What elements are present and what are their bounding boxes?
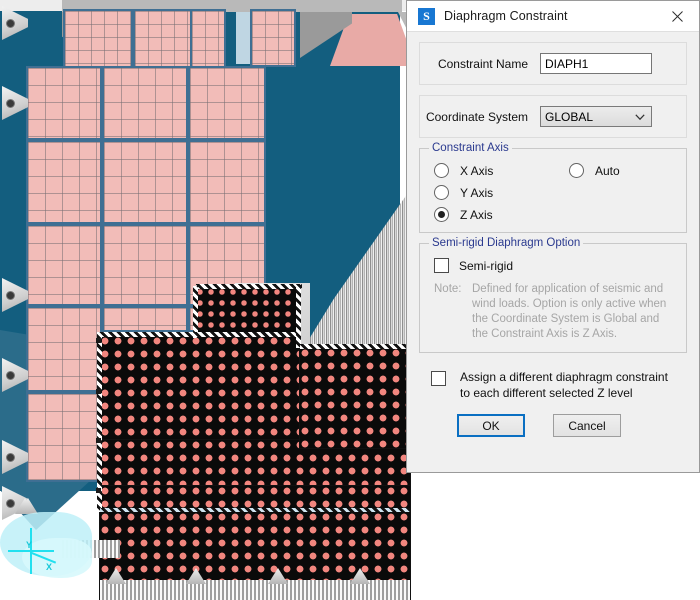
radio-icon-selected [434, 207, 449, 222]
radio-x-axis[interactable]: X Axis [434, 163, 569, 178]
axis-label-x: X [46, 562, 52, 572]
support-node [6, 99, 15, 108]
checkbox-icon [434, 258, 449, 273]
dialog-body: Constraint Name DIAPH1 Coordinate System… [407, 32, 699, 453]
facade-mesh-slab [26, 392, 102, 482]
semi-rigid-content: Semi-rigid Note: Defined for application… [420, 244, 686, 352]
chevron-down-icon [635, 107, 645, 128]
facade-mesh-slab [102, 224, 188, 306]
facade-mesh-slab [102, 66, 188, 140]
selection-edge [196, 284, 302, 289]
radio-icon [569, 163, 584, 178]
dialog-title: Diaphragm Constraint [444, 9, 568, 23]
radio-grid-spacer [569, 207, 672, 222]
roof-mesh-slab [250, 9, 296, 67]
selected-diaphragm-region[interactable] [100, 336, 300, 456]
radio-icon [434, 163, 449, 178]
close-icon[interactable] [655, 1, 699, 31]
model-node [96, 389, 101, 394]
selection-edge [296, 284, 301, 348]
roof-mesh-slab [63, 9, 133, 69]
selection-edge [100, 332, 300, 337]
facade-mesh-slab [26, 140, 102, 224]
support-node [6, 499, 15, 508]
cancel-button[interactable]: Cancel [553, 414, 621, 437]
checkbox-semi-rigid-label: Semi-rigid [459, 259, 513, 273]
app-logo-icon: S [418, 8, 435, 25]
constraint-name-input[interactable]: DIAPH1 [540, 53, 652, 74]
diaphragm-constraint-dialog: S Diaphragm Constraint Constraint Name D… [406, 0, 700, 473]
constraint-name-label: Constraint Name [420, 57, 540, 71]
assign-different-row[interactable]: Assign a different diaphragm constraint … [419, 363, 687, 401]
note-key: Note: [434, 282, 472, 342]
coordinate-system-label: Coordinate System [420, 110, 540, 124]
facade-mesh-slab [26, 224, 102, 306]
screen: Y X S Diaphragm Constraint Constraint Na… [0, 0, 700, 600]
support-node [6, 453, 15, 462]
checkbox-icon [431, 371, 446, 386]
coordinate-system-panel: Coordinate System GLOBAL [419, 95, 687, 138]
radio-auto[interactable]: Auto [569, 163, 672, 178]
selection-edge [100, 508, 410, 512]
ok-button[interactable]: OK [457, 414, 525, 437]
selection-edge [193, 286, 198, 338]
coordinate-system-row: Coordinate System GLOBAL [420, 96, 686, 137]
radio-z-axis[interactable]: Z Axis [434, 207, 569, 222]
facade-mesh-slab [188, 66, 266, 140]
selection-edge [97, 332, 102, 512]
coordinate-system-select[interactable]: GLOBAL [540, 106, 652, 127]
support-node [6, 19, 15, 28]
constraint-name-panel: Constraint Name DIAPH1 [419, 42, 687, 85]
facade-mesh-slab [102, 306, 188, 332]
dialog-titlebar[interactable]: S Diaphragm Constraint [407, 1, 699, 32]
model-node [96, 438, 101, 443]
constraint-axis-group: Constraint Axis X Axis Auto [419, 148, 687, 233]
checkbox-semi-rigid[interactable]: Semi-rigid [434, 258, 672, 273]
dialog-bottom-pad [419, 437, 687, 453]
axis-triad: Y X [8, 528, 78, 588]
coordinate-system-value: GLOBAL [545, 110, 593, 124]
radio-z-axis-label: Z Axis [460, 208, 493, 222]
assign-different-label: Assign a different diaphragm constraint … [460, 369, 670, 401]
support-node [6, 371, 15, 380]
constraint-axis-options: X Axis Auto Y Axis [420, 149, 686, 232]
axis-line-diagonal [31, 552, 56, 564]
model-node [96, 488, 101, 493]
dialog-button-row: OK Cancel [419, 401, 687, 437]
selected-diaphragm-region[interactable] [300, 348, 410, 448]
facade-mesh-slab [188, 140, 266, 224]
radio-icon [434, 185, 449, 200]
support-node [6, 291, 15, 300]
constraint-axis-legend: Constraint Axis [429, 142, 512, 154]
axis-label-y: Y [26, 540, 32, 550]
semi-rigid-group: Semi-rigid Diaphragm Option Semi-rigid N… [419, 243, 687, 353]
selection-edge [300, 344, 410, 349]
radio-grid-spacer [569, 185, 672, 200]
facade-mesh-slab [26, 306, 102, 392]
model-node [96, 338, 101, 343]
radio-y-axis[interactable]: Y Axis [434, 185, 569, 200]
constraint-name-row: Constraint Name DIAPH1 [420, 43, 686, 84]
radio-auto-label: Auto [595, 164, 620, 178]
note-text: Defined for application of seismic and w… [472, 282, 668, 342]
roof-mesh-slab [190, 9, 226, 69]
radio-x-axis-label: X Axis [460, 164, 493, 178]
radio-y-axis-label: Y Axis [460, 186, 493, 200]
semi-rigid-legend: Semi-rigid Diaphragm Option [429, 237, 583, 249]
facade-mesh-slab [26, 66, 102, 140]
facade-mesh-slab [102, 140, 188, 224]
semi-rigid-note: Note: Defined for application of seismic… [434, 282, 672, 342]
